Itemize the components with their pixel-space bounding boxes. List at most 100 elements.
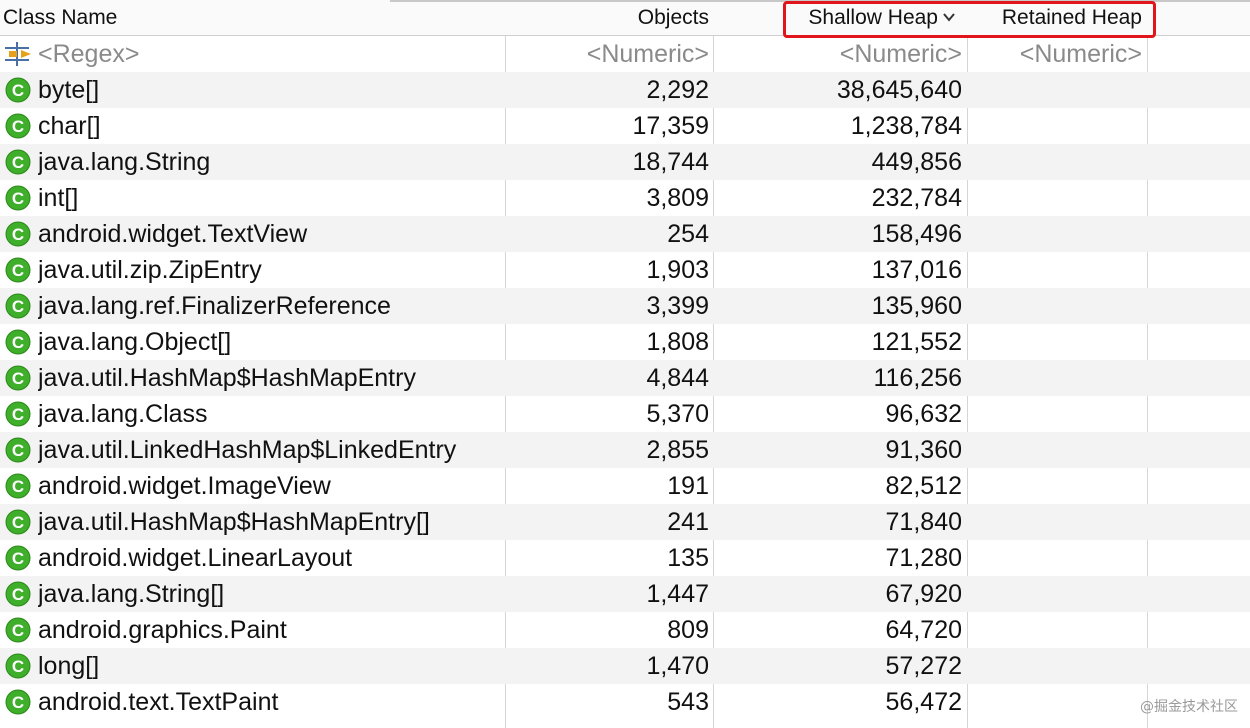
- table-row[interactable]: Candroid.text.TextPaint 543 56,472: [0, 684, 1250, 720]
- class-c-icon: C: [5, 113, 31, 139]
- class-c-icon: C: [5, 329, 31, 355]
- retained-heap-cell: [970, 324, 1142, 360]
- svg-text:C: C: [12, 225, 24, 244]
- table-row[interactable]: Candroid.widget.ImageView 191 82,512: [0, 468, 1250, 504]
- class-c-icon: C: [5, 509, 31, 535]
- class-c-icon: C: [5, 653, 31, 679]
- svg-text:C: C: [12, 441, 24, 460]
- shallow-heap-cell: 91,360: [885, 436, 962, 464]
- table-row[interactable]: Cjava.lang.String 18,744 449,856: [0, 144, 1250, 180]
- table-row[interactable]: Cjava.lang.ref.FinalizerReference 3,399 13…: [0, 288, 1250, 324]
- retained-heap-cell: [970, 144, 1142, 180]
- class-c-icon: C: [5, 221, 31, 247]
- class-name-cell: java.lang.ref.FinalizerReference: [38, 292, 391, 320]
- table-row[interactable]: Cjava.util.HashMap$HashMapEntry[] 241 71,8…: [0, 504, 1250, 540]
- class-name-cell: java.lang.Object[]: [38, 328, 232, 356]
- svg-text:C: C: [12, 369, 24, 388]
- table-row[interactable]: Candroid.graphics.Paint 809 64,720: [0, 612, 1250, 648]
- table-row[interactable]: Cjava.util.zip.ZipEntry 1,903 137,016: [0, 252, 1250, 288]
- retained-heap-cell: [970, 540, 1142, 576]
- table-row[interactable]: Cchar[] 17,359 1,238,784: [0, 108, 1250, 144]
- objects-cell: 17,359: [632, 112, 709, 140]
- column-header-class-name[interactable]: Class Name: [3, 0, 503, 35]
- retained-heap-cell: [970, 612, 1142, 648]
- shallow-heap-cell: 116,256: [873, 364, 962, 392]
- table-row[interactable]: Cjava.util.HashMap$HashMapEntry 4,844 116,…: [0, 360, 1250, 396]
- table-row[interactable]: Clong[] 1,470 57,272: [0, 648, 1250, 684]
- class-name-cell: android.widget.ImageView: [38, 472, 331, 500]
- svg-text:C: C: [12, 117, 24, 136]
- column-header-objects[interactable]: Objects: [506, 0, 709, 35]
- shallow-heap-cell: 135,960: [871, 292, 962, 320]
- class-name-filter-input[interactable]: <Regex>: [38, 36, 504, 72]
- objects-cell: 135: [667, 544, 709, 572]
- table-row[interactable]: Cjava.lang.Object[] 1,808 121,552: [0, 324, 1250, 360]
- class-name-cell: android.graphics.Paint: [38, 616, 287, 644]
- class-c-icon: C: [5, 581, 31, 607]
- class-c-icon: C: [5, 77, 31, 103]
- retained-heap-cell: [970, 72, 1142, 108]
- filter-row: <Regex> <Numeric> <Numeric> <Numeric>: [0, 36, 1250, 72]
- objects-cell: 18,744: [632, 148, 709, 176]
- class-name-cell: java.util.HashMap$HashMapEntry: [38, 364, 416, 392]
- svg-text:C: C: [12, 81, 24, 100]
- table-row[interactable]: Cint[] 3,809 232,784: [0, 180, 1250, 216]
- objects-cell: 1,447: [646, 580, 709, 608]
- class-name-cell: java.lang.Class: [38, 400, 208, 428]
- retained-heap-cell: [970, 216, 1142, 252]
- retained-heap-cell: [970, 504, 1142, 540]
- objects-cell: 5,370: [646, 400, 709, 428]
- shallow-heap-cell: 57,272: [885, 652, 962, 680]
- shallow-heap-cell: 96,632: [885, 400, 962, 428]
- objects-cell: 1,470: [646, 652, 709, 680]
- objects-filter-input[interactable]: <Numeric>: [506, 36, 709, 72]
- shallow-heap-cell: 232,784: [871, 184, 962, 212]
- class-name-cell: java.util.LinkedHashMap$LinkedEntry: [38, 436, 457, 464]
- svg-text:C: C: [12, 585, 24, 604]
- objects-cell: 3,809: [646, 184, 709, 212]
- objects-cell: 2,855: [646, 436, 709, 464]
- highlight-box: [783, 1, 1156, 38]
- svg-text:C: C: [12, 405, 24, 424]
- class-name-cell: android.text.TextPaint: [38, 688, 279, 716]
- shallow-heap-cell: 1,238,784: [850, 112, 962, 140]
- objects-cell: 241: [667, 508, 709, 536]
- shallow-heap-cell: 121,552: [871, 328, 962, 356]
- retained-heap-cell: [970, 288, 1142, 324]
- svg-text:C: C: [12, 297, 24, 316]
- objects-cell: 809: [667, 616, 709, 644]
- retained-heap-cell: [970, 108, 1142, 144]
- class-name-cell: byte[]: [38, 76, 100, 104]
- table-row[interactable]: Cjava.lang.Class 5,370 96,632: [0, 396, 1250, 432]
- class-name-cell: char[]: [38, 112, 101, 140]
- svg-text:C: C: [12, 513, 24, 532]
- table-row[interactable]: Candroid.widget.LinearLayout 135 71,280: [0, 540, 1250, 576]
- shallow-heap-cell: 71,280: [885, 544, 962, 572]
- retained-heap-cell: [970, 396, 1142, 432]
- class-c-icon: C: [5, 437, 31, 463]
- class-c-icon: C: [5, 293, 31, 319]
- svg-text:C: C: [12, 693, 24, 712]
- shallow-heap-cell: 56,472: [885, 688, 962, 716]
- class-name-cell: int[]: [38, 184, 79, 212]
- table-row[interactable]: Cbyte[] 2,292 38,645,640: [0, 72, 1250, 108]
- objects-cell: 4,844: [646, 364, 709, 392]
- shallow-heap-cell: 449,856: [871, 148, 962, 176]
- retained-heap-cell: [970, 576, 1142, 612]
- class-name-cell: android.widget.LinearLayout: [38, 544, 353, 572]
- retained-heap-filter-input[interactable]: <Numeric>: [970, 36, 1142, 72]
- table-row[interactable]: Candroid.widget.TextView 254 158,496: [0, 216, 1250, 252]
- table-row[interactable]: Cjava.lang.String[] 1,447 67,920: [0, 576, 1250, 612]
- class-name-cell: android.widget.TextView: [38, 220, 308, 248]
- class-name-cell: long[]: [38, 652, 100, 680]
- shallow-heap-cell: 64,720: [885, 616, 962, 644]
- class-c-icon: C: [5, 473, 31, 499]
- svg-text:C: C: [12, 621, 24, 640]
- objects-cell: 1,903: [646, 256, 709, 284]
- class-histogram-table: Class Name Objects Shallow Heap Retained…: [0, 0, 1250, 728]
- retained-heap-cell: [970, 180, 1142, 216]
- objects-cell: 2,292: [646, 76, 709, 104]
- table-row[interactable]: Cjava.util.LinkedHashMap$LinkedEntry 2,85…: [0, 432, 1250, 468]
- svg-text:C: C: [12, 477, 24, 496]
- shallow-heap-filter-input[interactable]: <Numeric>: [716, 36, 962, 72]
